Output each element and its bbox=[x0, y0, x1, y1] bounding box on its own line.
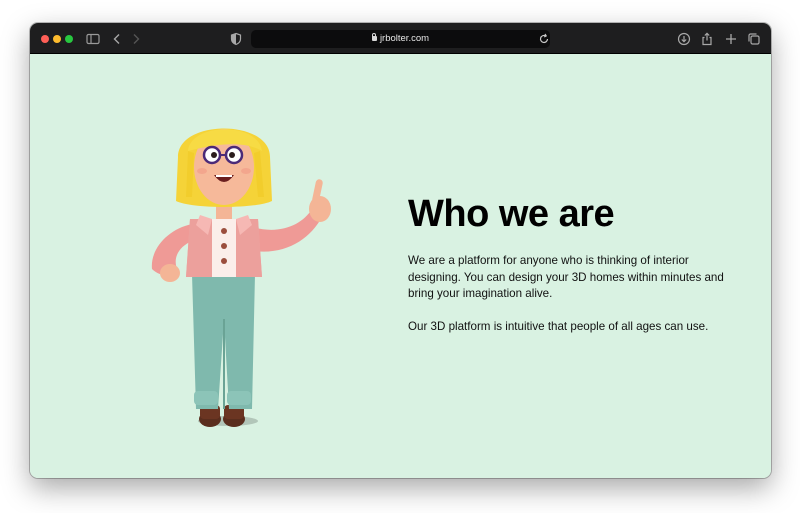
share-icon[interactable] bbox=[699, 31, 715, 47]
close-window-button[interactable] bbox=[41, 35, 49, 43]
browser-window: jrbolter.com Who we are We are a platfor… bbox=[30, 23, 771, 478]
shield-icon[interactable] bbox=[228, 31, 244, 47]
url-text: jrbolter.com bbox=[379, 33, 430, 44]
secondary-paragraph: Our 3D platform is intuitive that people… bbox=[408, 320, 709, 333]
browser-toolbar: jrbolter.com bbox=[30, 23, 771, 54]
address-bar[interactable]: jrbolter.com bbox=[251, 30, 550, 48]
tabs-overview-icon[interactable] bbox=[746, 31, 762, 47]
minimize-window-button[interactable] bbox=[53, 35, 61, 43]
new-tab-icon[interactable] bbox=[723, 31, 739, 47]
reload-icon[interactable] bbox=[536, 31, 552, 47]
intro-paragraph: We are a platform for anyone who is thin… bbox=[408, 254, 724, 300]
address-text: jrbolter.com bbox=[251, 33, 550, 44]
back-icon[interactable] bbox=[109, 31, 125, 47]
page-content: Who we are We are a platform for anyone … bbox=[30, 55, 771, 478]
sidebar-icon[interactable] bbox=[85, 31, 101, 47]
lock-icon bbox=[371, 33, 377, 41]
download-icon[interactable] bbox=[676, 31, 692, 47]
zoom-window-button[interactable] bbox=[65, 35, 73, 43]
page-title: Who we are bbox=[408, 193, 615, 235]
character-illustration bbox=[151, 128, 331, 427]
forward-icon[interactable] bbox=[128, 31, 144, 47]
